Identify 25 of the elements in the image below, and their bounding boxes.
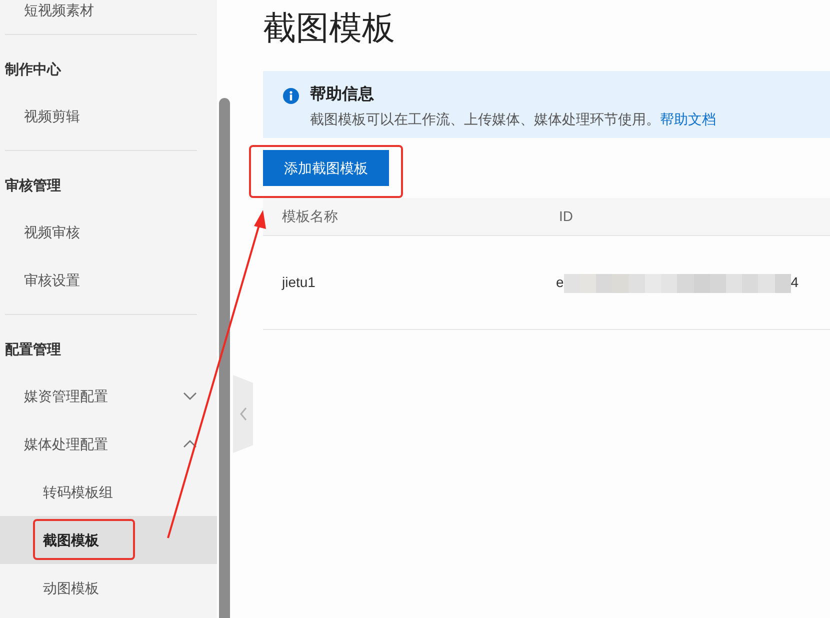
sidebar-item[interactable]: 视频审核 xyxy=(0,208,217,256)
help-doc-link[interactable]: 帮助文档 xyxy=(660,111,716,127)
help-title: 帮助信息 xyxy=(310,85,374,105)
column-header: ID xyxy=(559,208,573,224)
sidebar-item[interactable]: 转码模板组 xyxy=(0,468,217,516)
help-description: 截图模板可以在工作流、上传媒体、媒体处理环节使用。帮助文档 xyxy=(310,110,716,129)
chevron-left-icon xyxy=(240,407,246,421)
scrollbar[interactable] xyxy=(219,98,230,618)
info-icon xyxy=(283,88,299,104)
page-title: 截图模板 xyxy=(263,8,395,48)
sidebar-item[interactable]: 短视频素材 xyxy=(0,0,217,34)
column-header: 模板名称 xyxy=(282,208,338,224)
add-template-button[interactable]: 添加截图模板 xyxy=(263,150,389,186)
sidebar-item[interactable]: 视频剪辑 xyxy=(0,92,217,140)
sidebar-item[interactable]: 动图模板 xyxy=(0,564,217,612)
id-text: e xyxy=(556,273,564,292)
section-heading: 制作中心 xyxy=(5,60,61,79)
sidebar-item[interactable]: 媒体处理配置 xyxy=(0,420,217,468)
sidebar-item[interactable]: 审核设置 xyxy=(0,256,217,304)
sidebar-item[interactable]: 截图模板 xyxy=(0,516,217,564)
section-heading: 审核管理 xyxy=(5,176,61,195)
section-heading: 配置管理 xyxy=(5,340,61,359)
id-text: 4 xyxy=(790,273,799,292)
sidebar-item[interactable]: 媒资管理配置 xyxy=(0,372,217,420)
table-cell: jietu1 xyxy=(282,274,316,290)
